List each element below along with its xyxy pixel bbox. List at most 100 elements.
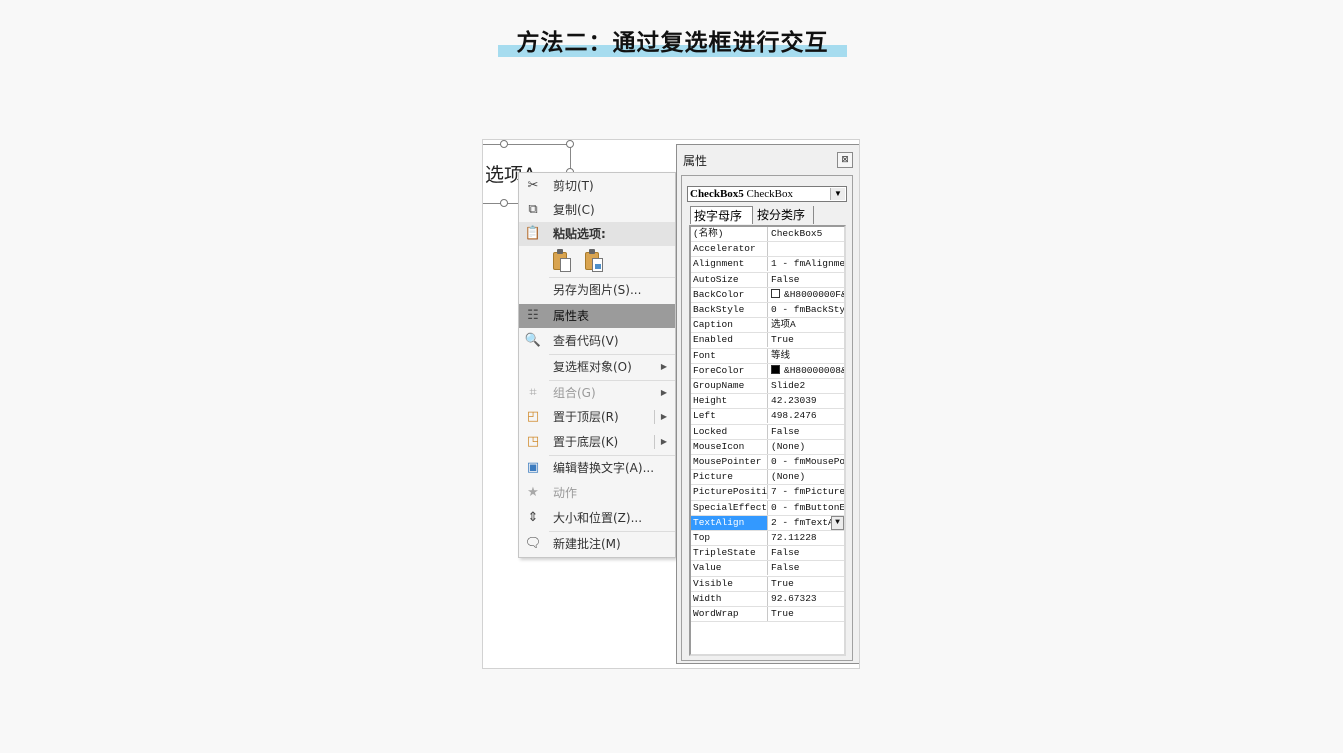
property-row[interactable]: BackStyle0 - fmBackStyleTransparent: [691, 303, 844, 319]
menu-item-edit-alt-text[interactable]: ▣ 编辑替换文字(A)...: [519, 456, 675, 480]
property-row[interactable]: Accelerator: [691, 242, 844, 258]
property-value[interactable]: 1 - fmAlignmentRight: [769, 257, 844, 271]
property-row[interactable]: Picture (None): [691, 470, 844, 486]
property-row[interactable]: AutoSize False: [691, 272, 844, 288]
property-value-text: False: [771, 562, 800, 574]
property-value-text: False: [771, 425, 800, 437]
tab-categorized[interactable]: 按分类序: [754, 206, 814, 224]
property-row[interactable]: WordWrap True: [691, 607, 844, 623]
property-row[interactable]: TextAlign2 - fmTextAlignCenter▼: [691, 515, 844, 531]
property-value-text: (None): [771, 440, 806, 452]
property-value[interactable]: False: [769, 561, 844, 575]
property-value[interactable]: True: [769, 333, 844, 347]
property-row[interactable]: Enabled True: [691, 333, 844, 349]
property-value[interactable]: 0 - fmMousePointerDefault: [769, 455, 844, 469]
menu-item-bring-to-front[interactable]: ◰ 置于顶层(R) ▶: [519, 405, 675, 429]
property-value[interactable]: True: [769, 577, 844, 591]
property-row[interactable]: Font 等线: [691, 348, 844, 364]
property-value-text: True: [771, 577, 794, 589]
property-value[interactable]: Slide2: [769, 379, 844, 393]
chevron-down-icon[interactable]: ▼: [831, 515, 844, 530]
property-row[interactable]: BackColor &H8000000F&: [691, 287, 844, 303]
menu-item-send-to-back[interactable]: ◳ 置于底层(K) ▶: [519, 430, 675, 454]
property-value-text: 选项A: [771, 319, 796, 331]
property-value[interactable]: False: [769, 273, 844, 287]
property-value[interactable]: &H8000000F&: [769, 288, 844, 302]
paste-keep-format-icon[interactable]: [551, 249, 571, 273]
paste-as-picture-icon[interactable]: [583, 249, 603, 273]
property-row[interactable]: PicturePosition7 - fmPicturePositionLeft…: [691, 485, 844, 501]
property-grid: (名称) CheckBox5 Accelerator Alignment 1 - fmA…: [689, 225, 846, 656]
property-value[interactable]: 0 - fmBackStyleTransparent: [769, 303, 844, 317]
property-name: Caption: [691, 318, 768, 333]
property-value[interactable]: (None): [769, 440, 844, 454]
menu-item-view-code[interactable]: 🔍 查看代码(V): [519, 329, 675, 353]
property-row[interactable]: MouseIcon (None): [691, 439, 844, 455]
property-value[interactable]: 498.2476: [769, 409, 844, 423]
menu-item-new-comment[interactable]: 🗨 新建批注(M): [519, 532, 675, 556]
property-name: Width: [691, 591, 768, 606]
property-value-text: 0 - fmButtonEffectFlat: [771, 501, 844, 513]
property-row[interactable]: Alignment1 - fmAlignmentRight: [691, 257, 844, 273]
context-menu: ✂ 剪切(T) ⧉ 复制(C) 📋 粘贴选项: 另存为图片(S)... ☷ 属性…: [518, 172, 676, 558]
object-selector[interactable]: CheckBox5 CheckBox ▼: [687, 186, 847, 202]
menu-item-property-sheet[interactable]: ☷ 属性表: [519, 304, 675, 328]
property-value[interactable]: 2 - fmTextAlignCenter▼: [769, 515, 844, 530]
chevron-down-icon[interactable]: ▼: [830, 188, 845, 200]
menu-item-group[interactable]: ⌗ 组合(G) ▶: [519, 381, 675, 405]
property-value[interactable]: 42.23039: [769, 394, 844, 408]
property-row[interactable]: (名称) CheckBox5: [691, 227, 844, 243]
menu-item-cut[interactable]: ✂ 剪切(T): [519, 174, 675, 198]
property-value-text: False: [771, 273, 800, 285]
property-value-text: CheckBox5: [771, 228, 823, 239]
property-value[interactable]: 选项A: [769, 318, 844, 332]
property-row[interactable]: TripleState False: [691, 546, 844, 562]
property-value[interactable]: [769, 242, 844, 256]
property-row[interactable]: GroupName Slide2: [691, 379, 844, 395]
property-row[interactable]: SpecialEffect0 - fmButtonEffectFlat: [691, 500, 844, 516]
property-row[interactable]: Value False: [691, 561, 844, 577]
submenu-arrow-icon[interactable]: ▶: [661, 405, 667, 429]
resize-handle[interactable]: [500, 199, 508, 207]
submenu-arrow-icon[interactable]: ▶: [661, 430, 667, 454]
resize-handle[interactable]: [566, 140, 574, 148]
submenu-arrow-icon: ▶: [660, 362, 667, 371]
property-value[interactable]: 等线: [769, 349, 844, 363]
property-value[interactable]: 92.67323: [769, 592, 844, 606]
property-row[interactable]: Top 72.11228: [691, 531, 844, 547]
property-value[interactable]: True: [769, 607, 844, 621]
property-name: SpecialEffect: [693, 500, 768, 515]
property-value[interactable]: &H80000008&: [769, 364, 844, 378]
property-value[interactable]: 72.11228: [769, 531, 844, 545]
property-value[interactable]: CheckBox5: [769, 227, 844, 241]
menu-item-save-as-picture[interactable]: 另存为图片(S)...: [519, 278, 675, 302]
property-value[interactable]: False: [769, 546, 844, 560]
menu-item-copy[interactable]: ⧉ 复制(C): [519, 198, 675, 222]
property-value-text: (None): [771, 471, 806, 483]
property-row[interactable]: ForeColor &H80000008&: [691, 363, 844, 379]
property-row[interactable]: Height 42.23039: [691, 394, 844, 410]
property-row[interactable]: Caption 选项A: [691, 318, 844, 334]
send-to-back-icon: ◳: [526, 434, 540, 449]
new-comment-icon: 🗨: [524, 536, 542, 551]
property-value[interactable]: 7 - fmPicturePositionLeftCenter: [769, 485, 844, 499]
page-title-block: 方法二：通过复选框进行交互: [498, 26, 847, 60]
property-value-text: 7 - fmPicturePositionLeftCenter: [771, 486, 844, 498]
menu-item-checkbox-object[interactable]: 复选框对象(O) ▶: [519, 355, 675, 379]
property-value[interactable]: 0 - fmButtonEffectFlat: [769, 501, 844, 515]
menu-item-size-and-position[interactable]: ⇕ 大小和位置(Z)...: [519, 506, 675, 530]
tab-alphabetic[interactable]: 按字母序: [690, 206, 753, 224]
close-icon[interactable]: ⊠: [837, 152, 853, 168]
property-row[interactable]: Locked False: [691, 424, 844, 440]
menu-item-action[interactable]: ★ 动作: [519, 481, 675, 505]
property-row[interactable]: Visible True: [691, 576, 844, 592]
properties-title: 属性: [683, 154, 708, 168]
property-name: BackColor: [691, 287, 768, 302]
property-value[interactable]: (None): [769, 470, 844, 484]
resize-handle[interactable]: [500, 140, 508, 148]
property-row[interactable]: MousePointer0 - fmMousePointerDefault: [691, 455, 844, 471]
property-value-text: 1 - fmAlignmentRight: [771, 258, 844, 270]
property-value[interactable]: False: [769, 425, 844, 439]
property-row[interactable]: Width 92.67323: [691, 591, 844, 607]
property-row[interactable]: Left 498.2476: [691, 409, 844, 425]
